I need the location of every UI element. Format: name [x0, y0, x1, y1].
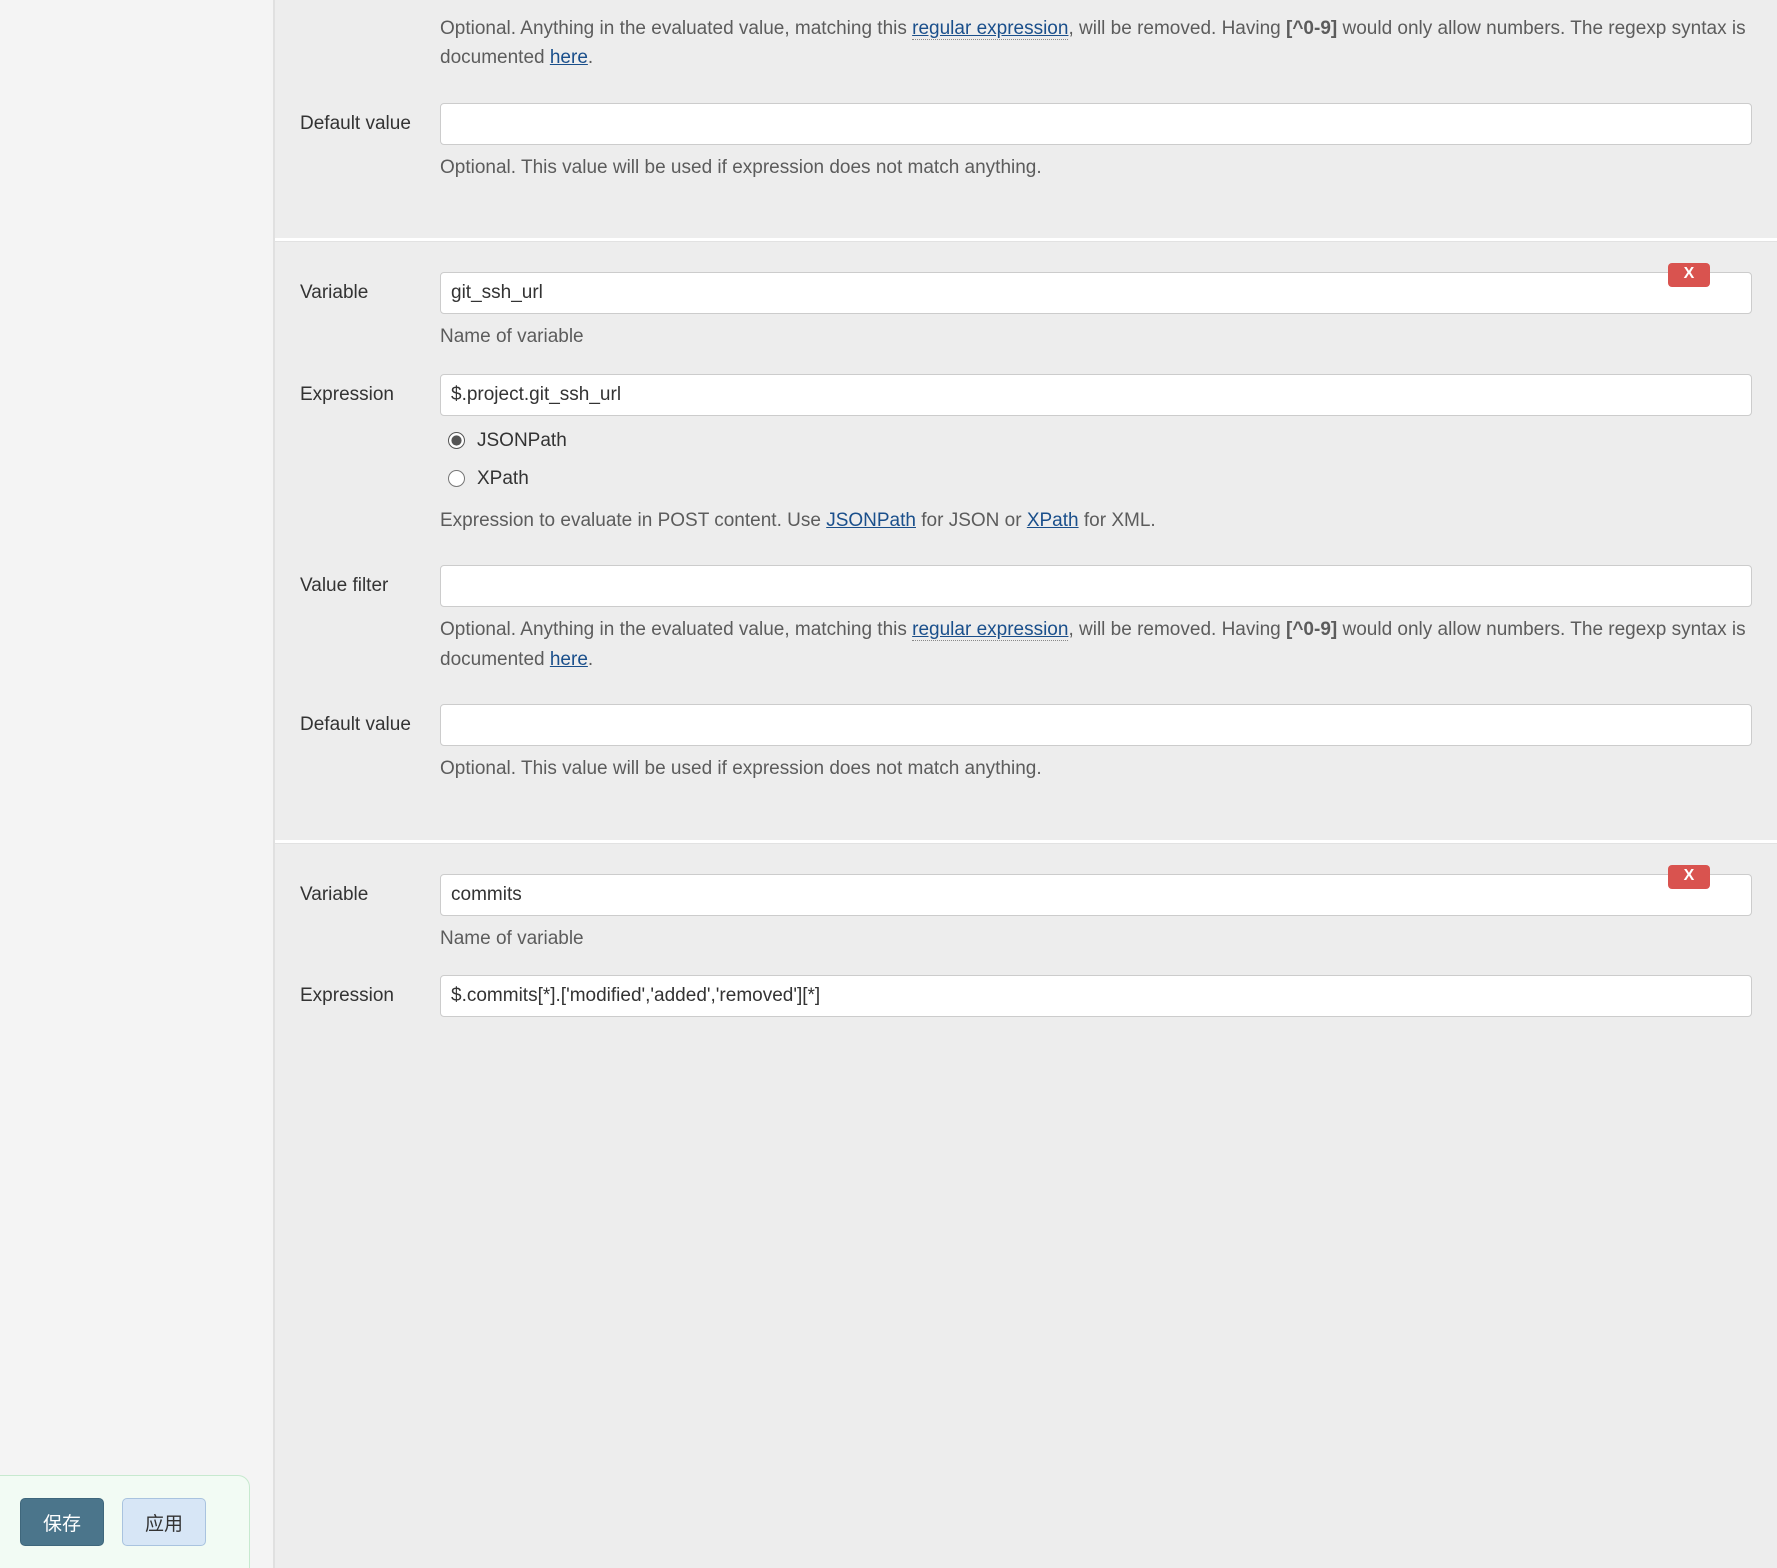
default-value-row: Default value Optional. This value will …: [300, 97, 1752, 188]
default-value-input[interactable]: [440, 704, 1752, 746]
expression-label: Expression: [300, 374, 440, 406]
value-filter-row: Value filter Optional. Anything in the e…: [300, 559, 1752, 680]
expression-type-radios: JSONPath XPath: [440, 416, 1752, 498]
variable-label: Variable: [300, 272, 440, 304]
value-filter-input[interactable]: [440, 565, 1752, 607]
variable-help: Name of variable: [440, 924, 1752, 953]
value-filter-help: Optional. Anything in the evaluated valu…: [440, 14, 1752, 73]
page-root: 保存 应用 Optional. Anything in the evaluate…: [0, 0, 1777, 1568]
radio-jsonpath-input[interactable]: [448, 432, 465, 449]
expression-row: Expression JSONPath XPath: [300, 368, 1752, 541]
default-value-label: Default value: [300, 103, 440, 135]
default-value-input[interactable]: [440, 103, 1752, 145]
xpath-link[interactable]: XPath: [1027, 510, 1079, 531]
default-value-row: Default value Optional. This value will …: [300, 698, 1752, 789]
variable-row: Variable Name of variable: [300, 868, 1752, 959]
section-separator: [275, 840, 1777, 844]
variable-label: Variable: [300, 874, 440, 906]
value-filter-help-row: Optional. Anything in the evaluated valu…: [300, 0, 1752, 79]
variable-input[interactable]: [440, 874, 1752, 916]
footer-actions: 保存 应用: [0, 1475, 250, 1568]
delete-block-button[interactable]: X: [1668, 865, 1710, 889]
expression-label: Expression: [300, 975, 440, 1007]
default-value-label: Default value: [300, 704, 440, 736]
expression-input[interactable]: [440, 975, 1752, 1017]
variable-input[interactable]: [440, 272, 1752, 314]
radio-jsonpath[interactable]: JSONPath: [448, 422, 1752, 460]
radio-xpath-input[interactable]: [448, 470, 465, 487]
value-filter-label: Value filter: [300, 565, 440, 597]
config-block-gitssh: X Variable Name of variable Expression J…: [300, 252, 1752, 819]
variable-row: Variable Name of variable: [300, 266, 1752, 357]
save-button[interactable]: 保存: [20, 1498, 104, 1546]
config-block-prev: Optional. Anything in the evaluated valu…: [300, 0, 1752, 218]
default-value-help: Optional. This value will be used if exp…: [440, 754, 1752, 783]
expression-row: Expression: [300, 969, 1752, 1023]
here-link[interactable]: here: [550, 47, 588, 68]
regex-link[interactable]: regular expression: [912, 619, 1068, 641]
jsonpath-link[interactable]: JSONPath: [826, 510, 916, 531]
regex-link[interactable]: regular expression: [912, 18, 1068, 40]
content: Optional. Anything in the evaluated valu…: [275, 0, 1777, 1568]
variable-help: Name of variable: [440, 322, 1752, 351]
default-value-help: Optional. This value will be used if exp…: [440, 153, 1752, 182]
delete-block-button[interactable]: X: [1668, 263, 1710, 287]
expression-input[interactable]: [440, 374, 1752, 416]
expression-help: Expression to evaluate in POST content. …: [440, 506, 1752, 535]
section-separator: [275, 238, 1777, 242]
sidebar: 保存 应用: [0, 0, 275, 1568]
apply-button[interactable]: 应用: [122, 1498, 206, 1546]
radio-xpath[interactable]: XPath: [448, 460, 1752, 498]
here-link[interactable]: here: [550, 649, 588, 670]
config-block-commits: X Variable Name of variable Expression: [300, 854, 1752, 1023]
value-filter-help: Optional. Anything in the evaluated valu…: [440, 615, 1752, 674]
